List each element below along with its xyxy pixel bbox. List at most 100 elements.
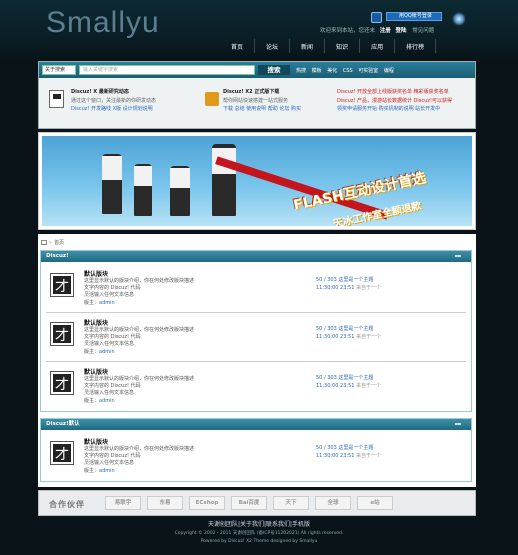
moderator-link[interactable]: admin: [99, 398, 115, 404]
forum-icon[interactable]: [50, 322, 74, 346]
last-post-time: 11:30:00 23:51: [316, 383, 357, 389]
news-link[interactable]: 领奖申请服务开始 购买机制的说明 站长开发中: [337, 105, 452, 114]
last-post-time: 11:30:00 23:51: [316, 334, 357, 340]
register-link[interactable]: 注册: [380, 28, 391, 34]
forum-last-time: 11:30:00 23:51 来自于一个: [316, 333, 381, 340]
last-post-link[interactable]: 这里是一个主题: [338, 326, 373, 332]
forum-name[interactable]: 默认版块: [84, 318, 108, 327]
partner-logos: 易联宇 东易 ECshop Bai百度 天下 全球 e站: [105, 496, 399, 510]
last-post-author[interactable]: 来自于一个: [356, 453, 381, 459]
partner-logo[interactable]: Bai百度: [231, 496, 267, 510]
partner-logo[interactable]: 易联宇: [105, 496, 141, 510]
faq-link[interactable]: 常见问题: [412, 28, 434, 34]
person-shirt: [134, 166, 152, 186]
search-button[interactable]: 搜索: [258, 65, 290, 75]
nav-item-home[interactable]: 首页: [220, 39, 256, 53]
last-post-author[interactable]: 来自于一个: [356, 285, 381, 291]
search-scope-select[interactable]: 关于搜索: [42, 65, 76, 75]
breadcrumb: » 首页: [41, 239, 64, 246]
footer-copyright: Copyright © 2002 - 2011 天谢创团队 (备ICP号1120…: [174, 531, 344, 536]
qq-login-button[interactable]: 用QQ帐号登录: [386, 12, 442, 21]
news-link[interactable]: Discuz! 开放全部上线版获奖名单 精彩版获奖名单: [337, 88, 452, 97]
forum-row: 默认版块 这里显示默认的版块介绍，你在何处修改版块描述 文字内容的 Discuz…: [46, 314, 466, 362]
forum-section: Discuz!默认 默认版块 这里显示默认的版块介绍，你在何处修改版块描述 文字…: [40, 418, 472, 482]
hot-word[interactable]: 编程: [384, 68, 394, 74]
forum-desc-line: 灵活输入任何文本信息: [84, 341, 135, 347]
collapse-icon[interactable]: [455, 423, 461, 425]
forum-count: 50 / 303: [316, 326, 339, 332]
hot-word[interactable]: CSS: [343, 68, 353, 74]
download-icon: [205, 92, 219, 106]
partner-logo[interactable]: 全球: [315, 496, 351, 510]
nav-item-news[interactable]: 新闻: [290, 39, 326, 53]
welcome-text: 欢迎来到本站，您还未: [320, 28, 376, 34]
footer-links[interactable]: 天谢创团队|关于我们|联系我们|手机版: [0, 519, 518, 528]
forum-count: 50 / 303: [316, 277, 339, 283]
forum-last-time: 11:30:00 23:51 来自于一个: [316, 382, 381, 389]
moderator-link[interactable]: admin: [99, 349, 115, 355]
moderator-link[interactable]: admin: [99, 300, 115, 306]
header: Smallyu 用QQ帐号登录 欢迎来到本站，您还未 注册 登陆 常见问题 首页…: [0, 0, 518, 58]
news-links[interactable]: 下载 总结 使用说明 帮助 论坛 购买: [223, 105, 301, 114]
forum-desc-line: 这里显示默认的版块介绍，你在何处修改版块描述: [84, 278, 195, 284]
news-links[interactable]: Discuz! 开发路线 X版 设计规划说明: [71, 105, 156, 114]
last-post-link[interactable]: 这里是一个主题: [338, 277, 373, 283]
forum-desc: 这里显示默认的版块介绍，你在何处修改版块描述 文字内容的 Discuz! 代码 …: [84, 376, 284, 397]
section-header[interactable]: Discuz!: [41, 251, 471, 262]
home-icon[interactable]: [41, 240, 47, 245]
glow-icon: [452, 12, 466, 26]
news-text: 通过这个窗口，关注最新的你研发动态: [71, 97, 157, 104]
search-input[interactable]: 输入关键字搜索: [79, 65, 255, 75]
last-post-time: 11:30:00 23:51: [316, 285, 357, 291]
partner-title: 合作伙伴: [49, 500, 85, 509]
hot-word[interactable]: 热搜: [296, 68, 306, 74]
moderator-label: 版主：: [84, 398, 100, 404]
hot-word[interactable]: 可实验室: [358, 68, 378, 74]
news-title[interactable]: Discuz! X2 正式版下载: [223, 88, 301, 97]
news-col-3: Discuz! 开放全部上线版获奖名单 精彩版获奖名单 Discuz! 产品，漫…: [337, 88, 452, 114]
news-title[interactable]: Discuz! X 最新研究动态: [71, 88, 156, 97]
forum-desc-line: 这里显示默认的版块介绍，你在何处修改版块描述: [84, 376, 195, 382]
person-shirt: [170, 168, 190, 188]
main-nav: 首页 论坛 新闻 知识 应用 排行榜: [220, 39, 437, 53]
section-header[interactable]: Discuz!默认: [41, 419, 471, 430]
nav-item-apps[interactable]: 应用: [360, 39, 396, 53]
moderator-label: 版主：: [84, 300, 100, 306]
forum-desc-line: 这里显示默认的版块介绍，你在何处修改版块描述: [84, 446, 195, 452]
last-post-author[interactable]: 来自于一个: [356, 383, 381, 389]
forum-moderator: 版主：admin: [84, 397, 115, 404]
moderator-link[interactable]: admin: [99, 468, 115, 474]
moderator-label: 版主：: [84, 349, 100, 355]
forum-moderator: 版主：admin: [84, 299, 115, 306]
hot-word[interactable]: 美化: [327, 68, 337, 74]
forum-name[interactable]: 默认版块: [84, 269, 108, 278]
collapse-icon[interactable]: [455, 255, 461, 257]
banner[interactable]: FLASH互动设计首选 天冰工作室全额退款: [38, 132, 476, 230]
partner-logo[interactable]: 天下: [273, 496, 309, 510]
last-post-author[interactable]: 来自于一个: [356, 334, 381, 340]
partner-logo[interactable]: ECshop: [189, 496, 225, 510]
forum-icon[interactable]: [50, 273, 74, 297]
news-text: 帮你网站快速搭建一站式服务: [223, 97, 289, 104]
login-link[interactable]: 登陆: [396, 28, 407, 34]
partner-logo[interactable]: e站: [357, 496, 393, 510]
site-logo[interactable]: Smallyu: [46, 6, 160, 40]
nav-item-forum[interactable]: 论坛: [255, 39, 291, 53]
hot-word[interactable]: 模板: [312, 68, 322, 74]
forum-name[interactable]: 默认版块: [84, 437, 108, 446]
nav-item-ranking[interactable]: 排行榜: [395, 39, 437, 53]
forum-icon[interactable]: [50, 371, 74, 395]
nav-item-knowledge[interactable]: 知识: [325, 39, 361, 53]
forum-icon[interactable]: [50, 441, 74, 465]
qq-icon: [371, 12, 382, 23]
forum-name[interactable]: 默认版块: [84, 367, 108, 376]
breadcrumb-home[interactable]: 首页: [54, 240, 64, 246]
last-post-link[interactable]: 这里是一个主题: [338, 445, 373, 451]
last-post-link[interactable]: 这里是一个主题: [338, 375, 373, 381]
breadcrumb-arrow: »: [49, 240, 53, 246]
partner-bar: 合作伙伴 易联宇 东易 ECshop Bai百度 天下 全球 e站: [38, 490, 476, 516]
partner-logo[interactable]: 东易: [147, 496, 183, 510]
forum-moderator: 版主：admin: [84, 348, 115, 355]
news-link[interactable]: Discuz! 产品，漫游站长数据统计 Discuz!可以获得: [337, 97, 452, 106]
forum-row: 默认版块 这里显示默认的版块介绍，你在何处修改版块描述 文字内容的 Discuz…: [46, 433, 466, 481]
